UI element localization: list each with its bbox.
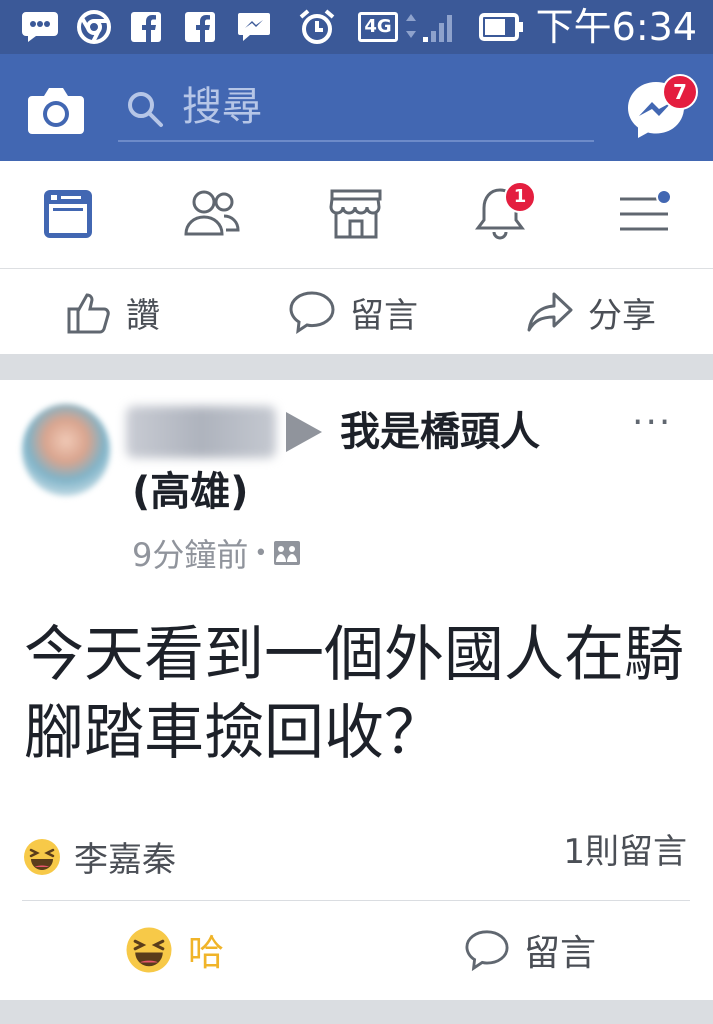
messenger-badge: 7 bbox=[662, 74, 698, 110]
facebook-icon bbox=[128, 0, 164, 54]
marketplace-icon bbox=[329, 189, 382, 239]
news-feed-icon bbox=[44, 190, 92, 238]
camera-icon[interactable] bbox=[24, 78, 88, 142]
signal-icon bbox=[402, 0, 462, 54]
messenger-button[interactable]: 7 bbox=[620, 72, 700, 144]
comment-icon bbox=[289, 291, 335, 335]
facebook-icon bbox=[182, 0, 218, 54]
tab-friends[interactable] bbox=[172, 179, 252, 249]
tab-menu[interactable] bbox=[604, 179, 684, 249]
feed-separator bbox=[0, 1000, 713, 1024]
more-options-button[interactable]: ··· bbox=[632, 402, 672, 443]
menu-icon bbox=[620, 189, 672, 231]
comment-icon bbox=[465, 930, 509, 972]
post-body-text: 今天看到一個外國人在騎腳踏車撿回收？ bbox=[24, 620, 684, 768]
haha-emoji-icon bbox=[126, 927, 172, 973]
comment-label: 留言 bbox=[524, 933, 597, 974]
divider bbox=[22, 900, 690, 901]
notifications-badge: 1 bbox=[504, 181, 536, 213]
group-name-continued[interactable]: (高雄) bbox=[132, 468, 249, 516]
comment-count[interactable]: 1則留言 bbox=[563, 832, 687, 872]
caret-right-icon bbox=[286, 412, 322, 452]
tab-news-feed[interactable] bbox=[28, 179, 108, 249]
comment-button[interactable]: 留言 bbox=[464, 920, 596, 980]
tab-notifications[interactable]: 1 bbox=[460, 179, 540, 249]
reaction-summary[interactable]: 李嘉秦 bbox=[22, 832, 176, 881]
reactor-name: 李嘉秦 bbox=[74, 840, 176, 880]
clock-time: 下午6:34 bbox=[535, 5, 697, 49]
meta-separator: • bbox=[254, 540, 268, 566]
reaction-button[interactable]: 哈 bbox=[124, 920, 224, 980]
haha-emoji-icon bbox=[24, 838, 60, 875]
comment-button[interactable]: 留言 bbox=[288, 270, 418, 354]
facebook-mobile-screen: 4G 下午6:34 搜尋 7 1 讚 留言 分享 我是橋頭人 (高雄) ··· … bbox=[0, 0, 713, 1024]
alarm-icon bbox=[296, 0, 338, 54]
chrome-icon bbox=[74, 0, 114, 54]
haha-label: 哈 bbox=[188, 933, 225, 974]
search-icon bbox=[126, 90, 164, 132]
tab-marketplace[interactable] bbox=[316, 179, 396, 249]
network-4g-icon: 4G bbox=[356, 0, 400, 54]
post-timestamp[interactable]: 9分鐘前 bbox=[132, 530, 248, 576]
search-input[interactable]: 搜尋 bbox=[118, 76, 594, 142]
network-label: 4G bbox=[358, 12, 398, 42]
battery-icon bbox=[478, 0, 526, 54]
share-label: 分享 bbox=[588, 295, 656, 336]
thumbs-up-icon bbox=[67, 293, 110, 334]
search-placeholder: 搜尋 bbox=[182, 84, 262, 130]
feed-post: 我是橋頭人 (高雄) ··· 9分鐘前 • 今天看到一個外國人在騎腳踏車撿回收？… bbox=[0, 380, 713, 1000]
share-button[interactable]: 分享 bbox=[526, 270, 656, 354]
post-meta: 9分鐘前 • bbox=[132, 530, 301, 576]
group-name[interactable]: 我是橋頭人 bbox=[340, 408, 540, 456]
messenger-icon bbox=[234, 0, 274, 54]
avatar[interactable] bbox=[22, 404, 110, 496]
tab-bar: 1 bbox=[0, 161, 713, 269]
like-button[interactable]: 讚 bbox=[66, 270, 160, 354]
status-bar: 4G 下午6:34 bbox=[0, 0, 713, 54]
author-name-blurred[interactable] bbox=[126, 406, 276, 458]
comment-label: 留言 bbox=[350, 295, 418, 336]
like-label: 讚 bbox=[126, 295, 160, 336]
bbm-chat-icon bbox=[18, 0, 62, 54]
share-icon bbox=[527, 292, 573, 332]
top-search-bar: 搜尋 7 bbox=[0, 54, 713, 161]
previous-post-action-bar: 讚 留言 分享 bbox=[0, 270, 713, 354]
group-audience-icon bbox=[274, 541, 301, 565]
feed-separator bbox=[0, 354, 713, 380]
friends-icon bbox=[184, 190, 240, 236]
